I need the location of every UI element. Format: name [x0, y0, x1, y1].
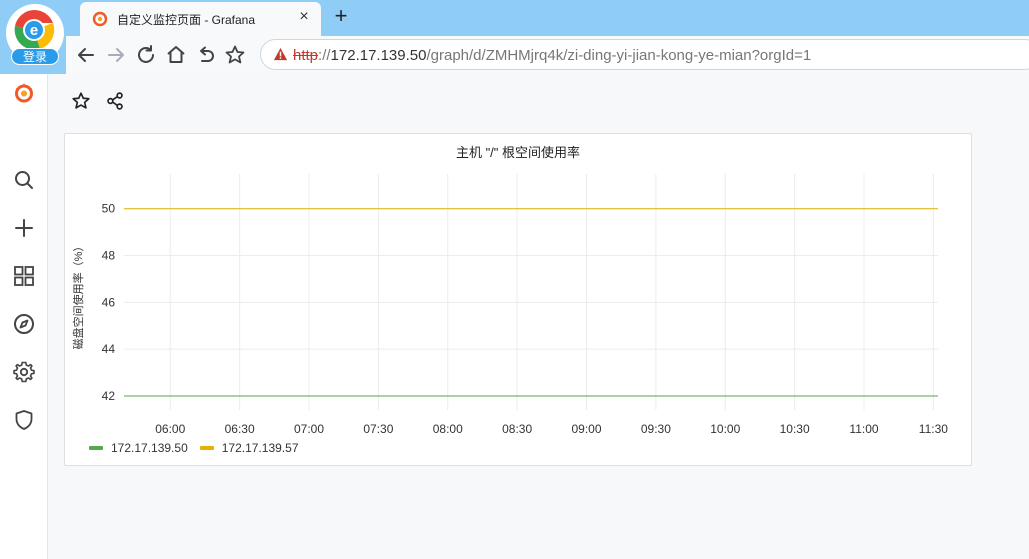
- legend-label: 172.17.139.50: [111, 441, 188, 455]
- y-tick-label: 46: [102, 295, 116, 309]
- grafana-favicon-icon: [92, 11, 108, 27]
- url-path: /graph/d/ZMHMjrq4k/zi-ding-yi-jian-kong-…: [426, 47, 812, 64]
- x-tick-label: 10:00: [710, 422, 740, 434]
- graph-panel: 主机 "/" 根空间使用率 42 44 46 48 50 06:00 06:30 07:00 0…: [64, 133, 972, 466]
- browser-tab-active[interactable]: 自定义监控页面 - Grafana ×: [80, 2, 321, 36]
- reload-icon[interactable]: [134, 43, 158, 67]
- shield-icon[interactable]: [12, 408, 36, 432]
- explore-compass-icon[interactable]: [12, 312, 36, 336]
- back-arrow-icon[interactable]: [74, 43, 98, 67]
- x-tick-label: 09:00: [571, 422, 601, 434]
- undo-icon[interactable]: [194, 43, 218, 67]
- grafana-sidebar: [0, 74, 48, 559]
- browser-chrome: e 登录 自定义监控页面 - Grafana × + http://172.17…: [0, 0, 1029, 74]
- browser-toolbar: http://172.17.139.50/graph/d/ZMHMjrq4k/z…: [66, 36, 1029, 74]
- bookmark-star-icon[interactable]: [223, 43, 247, 67]
- tab-title: 自定义监控页面 - Grafana: [117, 13, 256, 27]
- tab-close-button[interactable]: ×: [295, 8, 313, 26]
- legend-item-1[interactable]: 172.17.139.50: [89, 441, 188, 455]
- x-tick-label: 11:00: [849, 422, 878, 434]
- favorite-star-icon[interactable]: [70, 90, 92, 112]
- x-tick-label: 07:30: [363, 422, 393, 434]
- search-icon[interactable]: [12, 168, 36, 192]
- x-tick-label: 11:30: [919, 422, 948, 434]
- legend-swatch: [199, 446, 214, 450]
- y-tick-label: 44: [102, 342, 116, 356]
- url-host: 172.17.139.50: [330, 47, 427, 64]
- line-chart: 42 44 46 48 50 06:00 06:30 07:00 07:30 08:00 08:30…: [71, 174, 948, 434]
- grafana-logo-icon[interactable]: [12, 81, 36, 105]
- settings-gear-icon[interactable]: [12, 360, 36, 384]
- y-tick-label: 42: [102, 389, 116, 403]
- dashboards-grid-icon[interactable]: [12, 264, 36, 288]
- legend-label: 172.17.139.57: [221, 441, 299, 455]
- x-tick-label: 07:00: [294, 422, 324, 434]
- x-tick-label: 06:30: [225, 422, 255, 434]
- svg-text:e: e: [30, 22, 38, 39]
- login-badge[interactable]: 登录: [11, 48, 59, 65]
- browser-logo-icon: e: [14, 9, 55, 50]
- x-tick-label: 08:00: [433, 422, 463, 434]
- share-icon[interactable]: [104, 90, 126, 112]
- new-tab-button[interactable]: +: [330, 5, 352, 27]
- x-tick-label: 10:30: [780, 422, 810, 434]
- home-icon[interactable]: [164, 43, 188, 67]
- insecure-warning-icon: [273, 47, 288, 61]
- x-tick-label: 06:00: [155, 422, 185, 434]
- y-tick-label: 48: [102, 249, 116, 263]
- chart-legend: 172.17.139.50 172.17.139.57: [89, 441, 311, 455]
- x-tick-label: 09:30: [641, 422, 671, 434]
- address-bar[interactable]: http://172.17.139.50/graph/d/ZMHMjrq4k/z…: [260, 39, 1029, 70]
- x-tick-label: 08:30: [502, 422, 532, 434]
- legend-swatch: [89, 446, 103, 450]
- legend-item-2[interactable]: 172.17.139.57: [199, 441, 299, 455]
- y-tick-label: 50: [102, 202, 116, 216]
- url-text: http://172.17.139.50/graph/d/ZMHMjrq4k/z…: [293, 47, 811, 64]
- url-scheme: http: [293, 47, 319, 64]
- y-axis-label: 磁盘空间使用率（%）: [71, 241, 85, 350]
- create-plus-icon[interactable]: [12, 216, 36, 240]
- forward-arrow-icon[interactable]: [104, 43, 128, 67]
- tab-strip: e 登录 自定义监控页面 - Grafana × +: [0, 0, 1029, 65]
- url-separator: ://: [318, 47, 331, 64]
